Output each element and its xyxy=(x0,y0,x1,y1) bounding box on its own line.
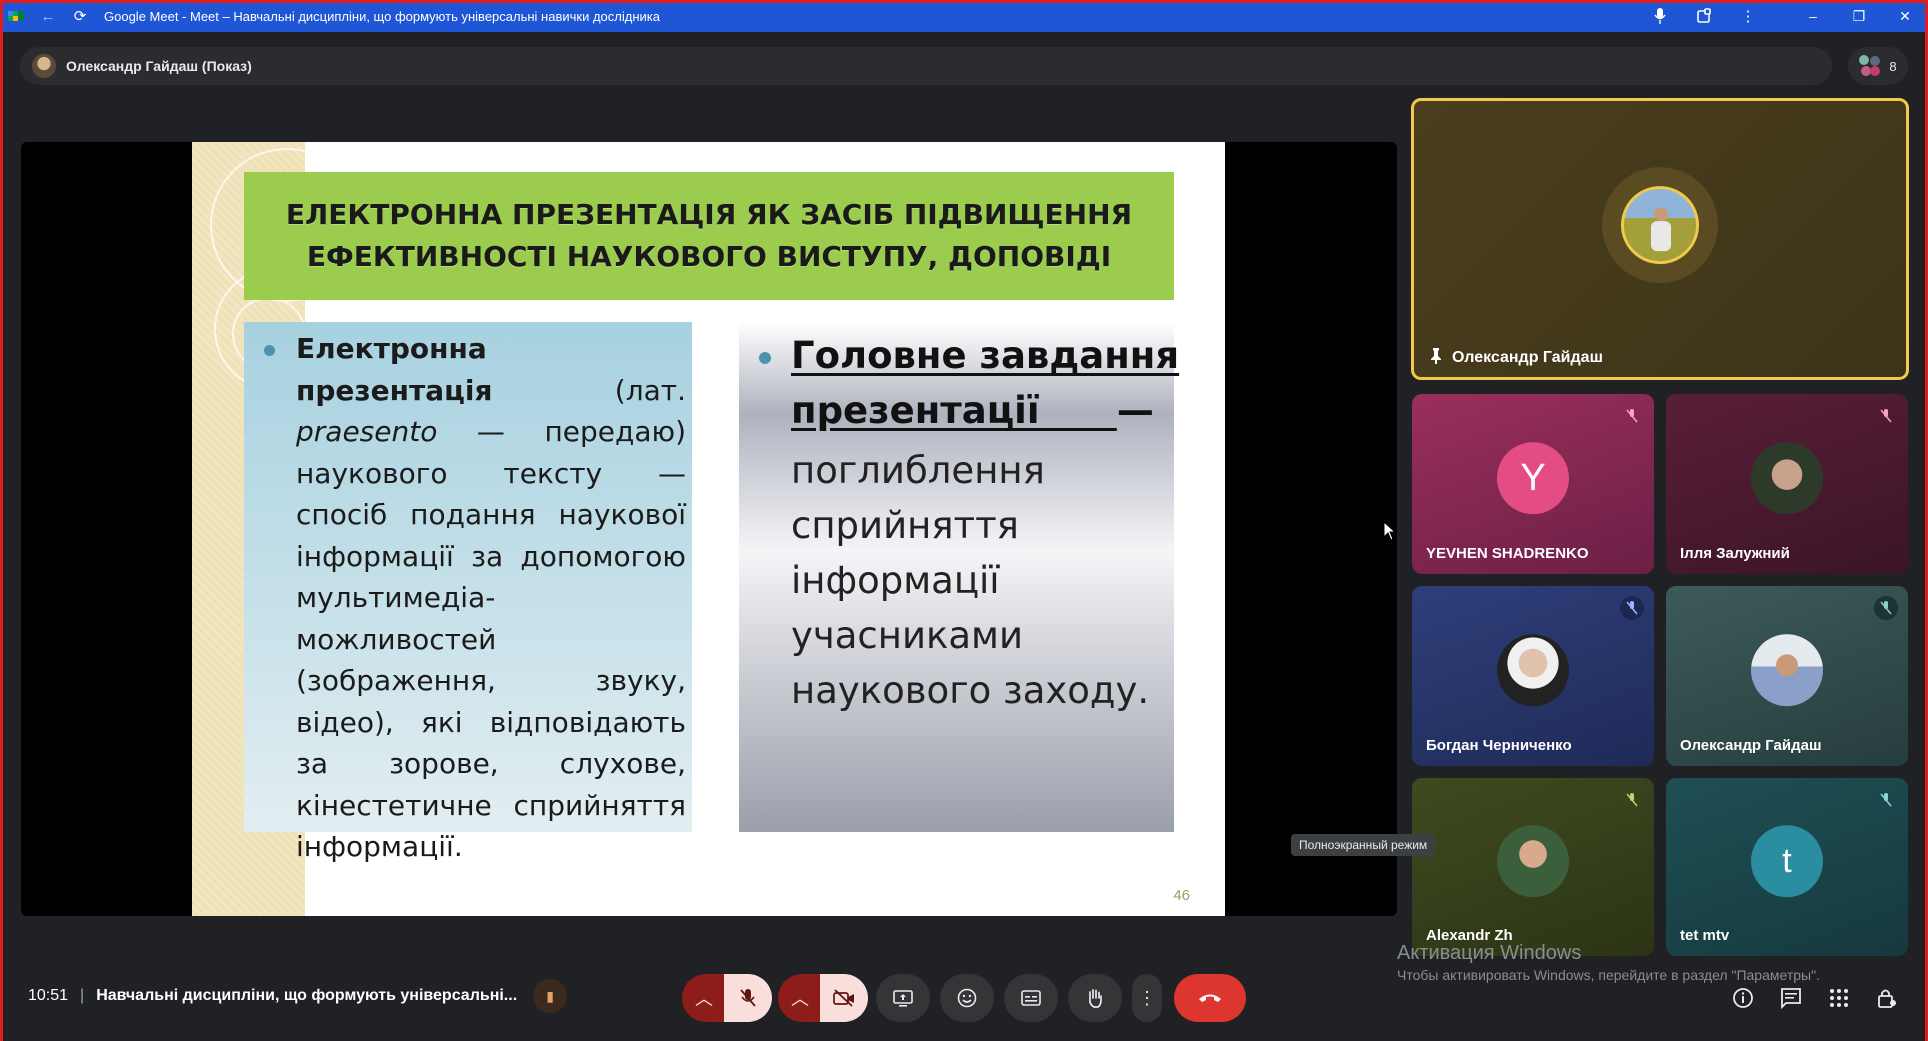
mic-toggle-button[interactable] xyxy=(724,974,772,1022)
pin-icon xyxy=(1430,348,1442,367)
close-window-icon[interactable]: ✕ xyxy=(1882,0,1928,32)
participant-name: Олександр Гайдаш xyxy=(1452,348,1603,366)
presenter-avatar xyxy=(32,54,56,78)
mic-off-icon xyxy=(1620,596,1644,620)
activities-button[interactable] xyxy=(1825,984,1853,1012)
bullet-dot xyxy=(264,345,275,356)
participants-count: 8 xyxy=(1889,58,1897,74)
mic-off-icon xyxy=(1874,788,1898,812)
mic-off-icon xyxy=(1620,788,1644,812)
camera-off-icon xyxy=(833,989,854,1007)
browser-menu-icon[interactable]: ⋮ xyxy=(1726,0,1770,32)
participants-icon xyxy=(1859,55,1881,77)
mic-off-icon xyxy=(1874,404,1898,428)
meeting-name: Навчальні дисципліни, що формують універ… xyxy=(96,987,518,1004)
raise-hand-button[interactable] xyxy=(1068,974,1122,1022)
slide-right-panel: Головне завдання презентації — поглиблен… xyxy=(739,322,1179,832)
clock-time: 10:51 xyxy=(28,987,69,1004)
separator: | xyxy=(80,987,85,1004)
participant-tile[interactable]: Ілля Залужний xyxy=(1666,394,1908,574)
reload-icon[interactable]: ⟳ xyxy=(64,0,96,32)
microphone-icon[interactable] xyxy=(1638,0,1682,32)
extensions-icon[interactable] xyxy=(1682,0,1726,32)
slide-right-body: поглиблення сприйняття інформації учасни… xyxy=(791,449,1150,712)
participant-avatar: t xyxy=(1751,825,1823,898)
avatar-initial: Y xyxy=(1520,456,1546,499)
leave-call-button[interactable] xyxy=(1174,974,1246,1022)
end-call-icon xyxy=(1199,994,1221,1002)
participant-tile[interactable]: Богдан Черниченко xyxy=(1412,586,1654,766)
slide-page-number: 46 xyxy=(1173,887,1190,904)
participant-tile[interactable]: Alexandr Zh xyxy=(1412,778,1654,956)
browser-tab-title: Google Meet - Meet – Навчальні дисциплін… xyxy=(104,8,660,24)
participant-avatar xyxy=(1497,634,1569,707)
participant-avatar xyxy=(1621,186,1699,265)
reactions-button[interactable] xyxy=(940,974,994,1022)
raise-hand-icon xyxy=(1088,989,1102,1008)
participant-name: Ілля Залужний xyxy=(1680,545,1790,562)
back-arrow-icon[interactable]: ← xyxy=(32,0,64,32)
slide-right-dash: — xyxy=(1116,389,1154,432)
restore-window-icon[interactable]: ❐ xyxy=(1836,0,1882,32)
present-screen-button[interactable] xyxy=(876,974,930,1022)
slide-left-text-b: — передаю) наукового тексту — спосіб под… xyxy=(296,415,686,863)
presenter-bar: Олександр Гайдаш (Показ) xyxy=(20,47,1832,85)
bullet-dot xyxy=(759,352,771,364)
participant-avatar: Y xyxy=(1497,442,1569,515)
chevron-up-icon: ︿ xyxy=(695,989,713,1009)
chat-icon xyxy=(1781,988,1801,1009)
activation-title: Активация Windows xyxy=(1397,942,1582,964)
meeting-info: 10:51 | Навчальні дисципліни, що формуют… xyxy=(28,979,568,1013)
host-controls-icon[interactable]: ▮ xyxy=(533,979,568,1013)
present-screen-icon xyxy=(893,990,913,1007)
participant-name: YEVHEN SHADRENKO xyxy=(1426,545,1589,562)
fullscreen-tooltip: Полноэкранный режим xyxy=(1291,834,1436,856)
presentation-slide: ЕЛЕКТРОННА ПРЕЗЕНТАЦІЯ ЯК ЗАСІБ ПІДВИЩЕН… xyxy=(192,142,1225,916)
participants-button[interactable]: 8 xyxy=(1848,47,1908,85)
browser-title-bar: ← ⟳ Google Meet - Meet – Навчальні дисци… xyxy=(0,0,1928,32)
participant-avatar xyxy=(1751,634,1823,707)
more-vertical-icon: ⋮ xyxy=(1138,987,1156,1008)
audio-options-button[interactable]: ︿ xyxy=(682,974,726,1022)
activation-subtitle: Чтобы активировать Windows, перейдите в … xyxy=(1397,967,1820,983)
meet-favicon-icon xyxy=(0,0,32,32)
slide-left-text: Електронна презентація (лат. praesento —… xyxy=(296,328,686,868)
minimize-window-icon[interactable]: – xyxy=(1790,0,1836,32)
participant-name: Олександр Гайдаш xyxy=(1680,737,1822,754)
captions-icon xyxy=(1021,990,1041,1006)
windows-activation-watermark: Активация Windows Чтобы активировать Win… xyxy=(1397,942,1820,983)
speaking-ring xyxy=(1602,167,1718,284)
captions-button[interactable] xyxy=(1004,974,1058,1022)
presenter-label: Олександр Гайдаш (Показ) xyxy=(66,58,252,74)
slide-left-panel: Електронна презентація (лат. praesento —… xyxy=(244,322,692,863)
participant-avatar xyxy=(1751,442,1823,515)
video-options-button[interactable]: ︿ xyxy=(778,974,822,1022)
chat-button[interactable] xyxy=(1777,984,1805,1012)
pinned-participant-tile[interactable]: Олександр Гайдаш xyxy=(1411,98,1909,380)
info-icon xyxy=(1733,988,1753,1008)
emoji-icon xyxy=(957,988,977,1008)
slide-title: ЕЛЕКТРОННА ПРЕЗЕНТАЦІЯ ЯК ЗАСІБ ПІДВИЩЕН… xyxy=(244,172,1174,300)
apps-grid-icon xyxy=(1830,989,1848,1007)
avatar-initial: t xyxy=(1782,841,1792,880)
slide-left-text-a: (лат. xyxy=(614,373,686,407)
mic-off-icon xyxy=(1620,404,1644,428)
chevron-up-icon: ︿ xyxy=(791,989,809,1009)
lock-person-icon xyxy=(1878,989,1896,1008)
host-controls-button[interactable] xyxy=(1873,984,1901,1012)
mic-off-icon xyxy=(740,989,756,1007)
slide-left-bold: Електронна презентація xyxy=(296,332,493,407)
participant-tile[interactable]: Y YEVHEN SHADRENKO xyxy=(1412,394,1654,574)
camera-toggle-button[interactable] xyxy=(820,974,868,1022)
slide-right-heading: Головне завдання презентації — xyxy=(791,328,1187,438)
participant-avatar xyxy=(1497,825,1569,898)
more-options-button[interactable]: ⋮ xyxy=(1132,974,1162,1022)
participant-tile[interactable]: Олександр Гайдаш xyxy=(1666,586,1908,766)
participant-tile[interactable]: t tet mtv xyxy=(1666,778,1908,956)
shared-screen: ЕЛЕКТРОННА ПРЕЗЕНТАЦІЯ ЯК ЗАСІБ ПІДВИЩЕН… xyxy=(21,142,1397,916)
participant-name: Богдан Черниченко xyxy=(1426,737,1572,754)
mic-off-icon xyxy=(1874,596,1898,620)
meeting-details-button[interactable] xyxy=(1729,984,1757,1012)
slide-left-italic: praesento xyxy=(296,415,438,448)
